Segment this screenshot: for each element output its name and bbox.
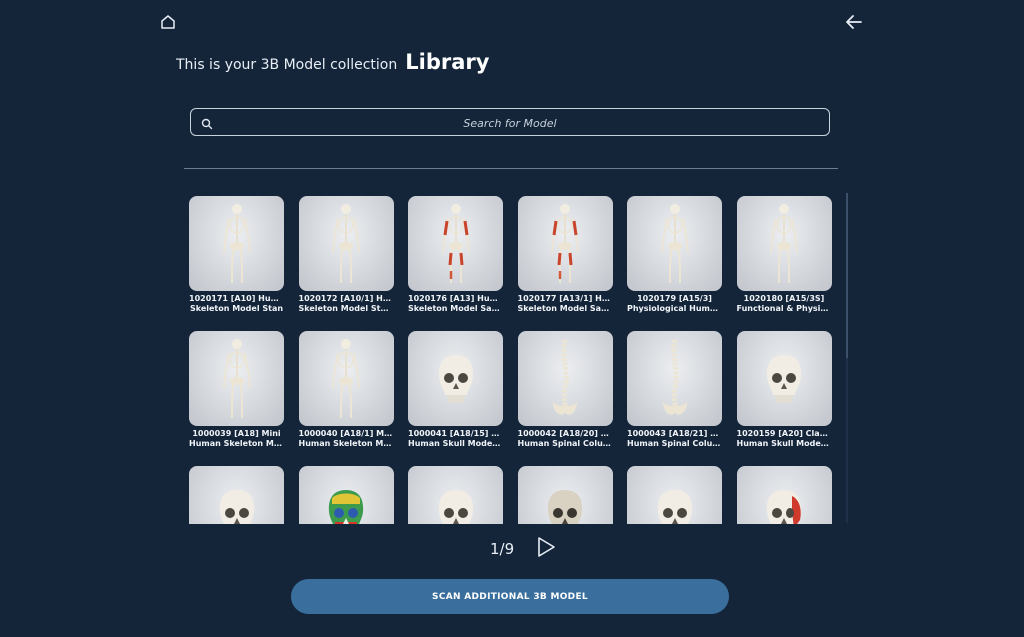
model-card[interactable]: 1000039 [A18] Mini Human Skeleton Mod... — [189, 331, 284, 466]
model-label-line1: 1000041 [A18/15] Mini — [408, 429, 503, 438]
model-label: 1000039 [A18] Mini Human Skeleton Mod... — [189, 429, 284, 449]
page-heading: This is your 3B Model collection Library — [176, 50, 489, 74]
model-card[interactable]: 1020179 [A15/3]Physiological Human ... — [627, 196, 722, 331]
model-thumbnail[interactable] — [736, 466, 832, 524]
model-card[interactable]: 1020177 [A13/1] HumanSkeleton Model Sam … — [517, 196, 613, 331]
model-label-line2: Skeleton Model Sam o... — [517, 304, 613, 313]
model-label-line2: Physiological Human ... — [627, 304, 722, 313]
search-bar[interactable] — [190, 108, 830, 136]
model-thumbnail[interactable] — [736, 331, 832, 426]
model-label: 1000040 [A18/1] Mini Human Skeleton Mod..… — [299, 429, 394, 449]
model-thumbnail[interactable] — [298, 196, 394, 291]
model-label-line1: 1000042 [A18/20] Mini — [517, 429, 613, 438]
model-label-line1: 1000040 [A18/1] Mini — [298, 429, 394, 438]
model-label: 1020172 [A10/1] HumanSkeleton Model Stan… — [299, 294, 394, 314]
model-label-line2: Skeleton Model Stan — [189, 304, 284, 313]
model-label-line2: Human Spinal Column... — [627, 439, 722, 448]
model-label-line2: Human Spinal Column... — [517, 439, 613, 448]
model-label: 1000043 [A18/21] MiniHuman Spinal Column… — [627, 429, 722, 449]
model-label-line1: 1020179 [A15/3] — [637, 294, 712, 303]
model-thumbnail[interactable] — [408, 196, 503, 291]
model-card[interactable] — [298, 466, 394, 524]
model-label-line1: 1020171 [A10] Human — [189, 294, 284, 303]
pagination: 1/9 — [490, 536, 556, 562]
model-label: 1020176 [A13] Human Skeleton Model Sam ..… — [408, 294, 503, 314]
model-label: 1020179 [A15/3]Physiological Human ... — [627, 294, 722, 314]
search-input[interactable] — [221, 112, 799, 134]
model-label-line2: Human Skeleton Mod... — [298, 439, 394, 448]
model-card[interactable]: 1000041 [A18/15] Mini Human Skull Model, … — [408, 331, 503, 466]
scan-additional-model-button[interactable]: SCAN ADDITIONAL 3B MODEL — [291, 579, 729, 614]
model-label-line1: 1020172 [A10/1] Human — [298, 294, 394, 303]
home-icon[interactable] — [157, 11, 179, 33]
page-indicator: 1/9 — [490, 540, 515, 558]
model-label-line1: 1020159 [A20] Classic — [736, 429, 832, 438]
page-title: Library — [405, 50, 490, 74]
model-thumbnail[interactable] — [408, 331, 503, 426]
page-subtitle: This is your 3B Model collection — [176, 57, 398, 73]
model-label: 1020180 [A15/3S]Functional & Physiolo... — [737, 294, 832, 314]
model-thumbnail[interactable] — [736, 196, 832, 291]
model-thumbnail[interactable] — [627, 331, 722, 426]
model-card[interactable]: 1020159 [A20] Classic Human Skull Model, … — [736, 331, 832, 466]
model-label-line1: 1000039 [A18] Mini — [192, 429, 281, 438]
model-label-line1: 1020177 [A13/1] Human — [517, 294, 613, 303]
model-card[interactable] — [736, 466, 832, 524]
model-label-line2: Human Skull Model, 3 ... — [736, 439, 832, 448]
model-card[interactable] — [517, 466, 613, 524]
model-card[interactable]: 1000040 [A18/1] Mini Human Skeleton Mod..… — [298, 331, 394, 466]
model-label-line1: 1000043 [A18/21] Mini — [627, 429, 722, 438]
model-thumbnail[interactable] — [298, 331, 394, 426]
model-thumbnail[interactable] — [517, 466, 613, 524]
model-thumbnail[interactable] — [627, 196, 722, 291]
model-card[interactable] — [627, 466, 722, 524]
scrollbar-thumb[interactable] — [846, 193, 848, 358]
model-thumbnail[interactable] — [517, 331, 613, 426]
model-thumbnail[interactable] — [517, 196, 613, 291]
search-icon — [201, 115, 213, 134]
model-thumbnail[interactable] — [408, 466, 503, 524]
model-card[interactable]: 1020180 [A15/3S]Functional & Physiolo... — [736, 196, 832, 331]
model-thumbnail[interactable] — [189, 331, 284, 426]
model-card[interactable] — [189, 466, 284, 524]
model-thumbnail[interactable] — [189, 196, 284, 291]
model-label: 1000042 [A18/20] MiniHuman Spinal Column… — [518, 429, 613, 449]
model-label-line2: Human Skeleton Mod... — [189, 439, 284, 448]
divider — [184, 168, 838, 169]
model-card[interactable]: 1000042 [A18/20] MiniHuman Spinal Column… — [517, 331, 613, 466]
model-card[interactable]: 1020172 [A10/1] HumanSkeleton Model Stan… — [298, 196, 394, 331]
model-label-line1: 1020176 [A13] Human — [408, 294, 503, 303]
model-card[interactable]: 1020176 [A13] Human Skeleton Model Sam ..… — [408, 196, 503, 331]
model-label-line2: Human Skull Model, 3-... — [408, 439, 503, 448]
model-grid: 1020171 [A10] Human Skeleton Model Stan 10… — [189, 196, 833, 524]
model-card[interactable] — [408, 466, 503, 524]
next-page-icon[interactable] — [536, 536, 556, 562]
model-label-line2: Functional & Physiolo... — [736, 304, 832, 313]
back-arrow-icon[interactable] — [842, 11, 866, 33]
model-label: 1020159 [A20] Classic Human Skull Model, … — [737, 429, 832, 449]
model-card[interactable]: 1000043 [A18/21] MiniHuman Spinal Column… — [627, 331, 722, 466]
model-label-line2: Skeleton Model Sam ... — [408, 304, 503, 313]
model-card[interactable]: 1020171 [A10] Human Skeleton Model Stan — [189, 196, 284, 331]
model-label: 1000041 [A18/15] Mini Human Skull Model, … — [408, 429, 503, 449]
model-label-line2: Skeleton Model Stan o... — [298, 304, 394, 313]
model-thumbnail[interactable] — [189, 466, 284, 524]
model-label: 1020171 [A10] Human Skeleton Model Stan — [189, 294, 284, 314]
model-label: 1020177 [A13/1] HumanSkeleton Model Sam … — [518, 294, 613, 314]
model-thumbnail[interactable] — [298, 466, 394, 524]
model-label-line1: 1020180 [A15/3S] — [743, 294, 825, 303]
model-thumbnail[interactable] — [627, 466, 722, 524]
